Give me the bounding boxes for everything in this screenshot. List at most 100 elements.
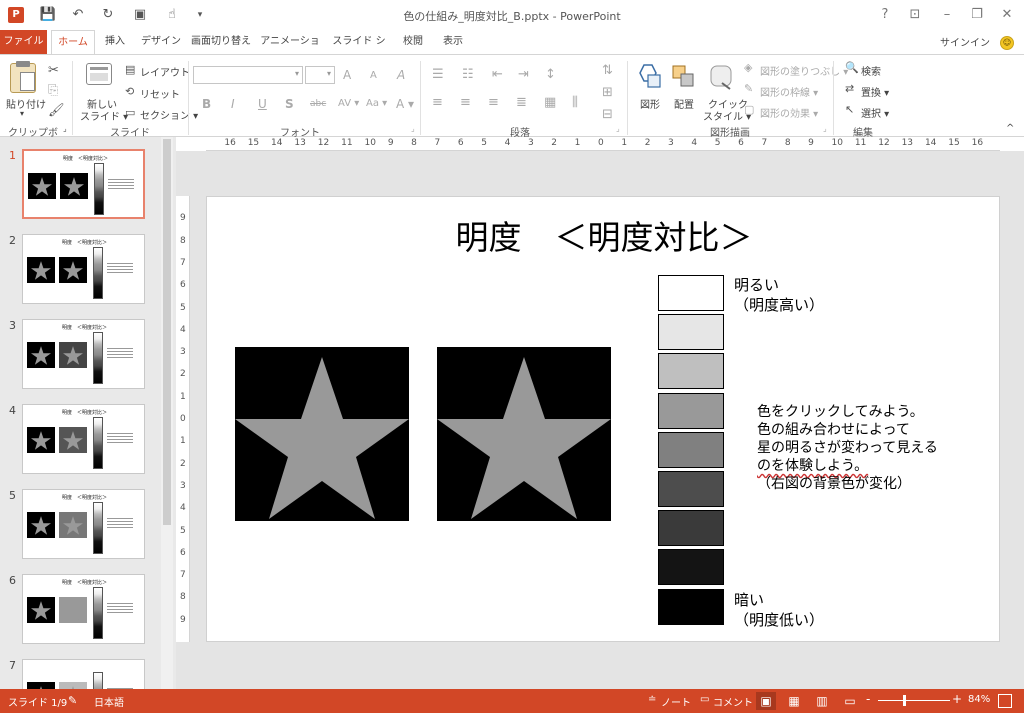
change-case-button[interactable]: Aa ▾ [366, 98, 387, 109]
smartart-icon[interactable]: ⊟ [602, 107, 613, 122]
slide-thumbnail[interactable]: 明度 ＜明度対比＞ [22, 319, 145, 389]
slide-thumbnail[interactable]: 明度 ＜明度対比＞ [22, 404, 145, 474]
shrink-font-button[interactable]: A [370, 70, 377, 81]
tab-design[interactable]: デザイン [140, 30, 182, 54]
tab-insert[interactable]: 挿入 [99, 30, 131, 54]
new-slide-icon[interactable] [86, 63, 112, 85]
font-launcher-icon[interactable]: ⌟ [411, 124, 415, 133]
tab-view[interactable]: 表示 [438, 30, 468, 54]
slideshow-view-icon[interactable]: ▭ [840, 692, 860, 710]
slide-thumbnail[interactable]: 明度 ＜明度対比＞ [22, 489, 145, 559]
zoom-slider-track[interactable] [878, 700, 950, 701]
strikethrough-button[interactable]: abc [310, 99, 326, 109]
replace-button[interactable]: 置換 ▾ [861, 84, 889, 99]
decrease-indent-icon[interactable]: ⇤ [492, 67, 503, 82]
columns-icon[interactable]: ⫼ [572, 95, 578, 110]
zoom-in-button[interactable]: + [952, 692, 962, 706]
distributed-icon[interactable]: ▦ [544, 95, 556, 110]
minimize-button[interactable]: – [934, 5, 960, 25]
restore-button[interactable]: ❐ [964, 5, 990, 25]
format-painter-icon[interactable]: 🖌 [48, 103, 65, 118]
tab-transitions[interactable]: 画面切り替え [190, 30, 252, 54]
clipboard-launcher-icon[interactable]: ⌟ [63, 124, 67, 133]
bullets-icon[interactable]: ☰ [432, 67, 444, 82]
zoom-out-button[interactable]: - [866, 692, 870, 706]
collapse-ribbon-button[interactable]: ^ [1006, 123, 1014, 134]
tab-slideshow[interactable]: スライド ショー [328, 30, 390, 71]
line-spacing-icon[interactable]: ↕ [545, 67, 556, 82]
tab-home[interactable]: ホーム [51, 30, 95, 55]
feedback-smiley-icon[interactable]: ☺ [1000, 36, 1014, 50]
align-center-icon[interactable]: ≡ [460, 95, 471, 110]
slide-thumbnail[interactable]: 明度 ＜明度対比＞ [22, 574, 145, 644]
increase-indent-icon[interactable]: ⇥ [518, 67, 529, 82]
paste-icon[interactable] [10, 61, 36, 93]
lightness-swatch[interactable] [658, 549, 724, 586]
shape-outline-button[interactable]: 図形の枠線 ▾ [760, 84, 818, 99]
copy-icon[interactable]: ⎘ [48, 83, 58, 98]
right-star-icon[interactable] [437, 347, 611, 521]
reset-button[interactable]: リセット [140, 86, 180, 101]
notes-button[interactable]: ノート [661, 694, 691, 709]
font-size-combo[interactable]: ▾ [305, 66, 335, 84]
tab-animations[interactable]: アニメーション [260, 30, 320, 71]
lightness-swatch[interactable] [658, 510, 724, 547]
fit-slide-icon[interactable] [998, 694, 1012, 708]
thumbnail-scrollbar-thumb[interactable] [163, 139, 171, 525]
right-background-box[interactable] [437, 347, 611, 521]
shape-fill-button[interactable]: 図形の塗りつぶし ▾ [760, 63, 848, 78]
comments-button[interactable]: コメント [713, 694, 753, 709]
spell-check-icon[interactable]: ✎ [68, 694, 77, 707]
lightness-swatch[interactable] [658, 588, 724, 625]
left-star-icon[interactable] [235, 347, 409, 521]
numbering-icon[interactable]: ☷ [462, 67, 474, 82]
slide-thumbnail[interactable]: 明度 ＜明度対比＞ [22, 149, 145, 219]
slide-title[interactable]: 明度 ＜明度対比＞ [207, 211, 1001, 259]
select-button[interactable]: 選択 ▾ [861, 105, 889, 120]
lightness-swatch[interactable] [658, 275, 724, 311]
underline-button[interactable]: U [258, 97, 267, 111]
text-direction-icon[interactable]: ⇅ [602, 63, 613, 78]
instruction-text[interactable]: 色をクリックしてみよう。 色の組み合わせによって 星の明るさが変わって見える の… [757, 403, 987, 493]
justify-icon[interactable]: ≣ [516, 95, 527, 110]
new-slide-dropdown[interactable]: スライド ▾ [80, 108, 128, 123]
clear-formatting-button[interactable]: A [397, 68, 405, 82]
paste-button[interactable]: 貼り付け [6, 96, 46, 111]
lightness-swatch[interactable] [658, 471, 724, 507]
font-color-button[interactable]: A ▾ [396, 97, 414, 111]
lightness-swatch[interactable] [658, 353, 724, 390]
slide-thumbnail[interactable] [22, 659, 145, 689]
italic-button[interactable]: I [231, 97, 235, 111]
zoom-slider-thumb[interactable] [903, 695, 906, 706]
arrange-icon[interactable] [671, 63, 697, 91]
align-text-icon[interactable]: ⊞ [602, 85, 613, 100]
arrange-button[interactable]: 配置 [674, 96, 694, 111]
grow-font-button[interactable]: A [343, 68, 351, 82]
shadow-button[interactable]: S [285, 97, 294, 111]
section-button[interactable]: セクション ▾ [140, 107, 198, 122]
shapes-icon[interactable] [636, 63, 662, 91]
paste-dropdown[interactable]: ▾ [20, 109, 24, 118]
cut-icon[interactable]: ✂ [48, 63, 59, 78]
slide-thumbnail[interactable]: 明度 ＜明度対比＞ [22, 234, 145, 304]
left-background-box[interactable] [235, 347, 409, 521]
normal-view-icon[interactable]: ▣ [756, 692, 776, 710]
align-right-icon[interactable]: ≡ [488, 95, 499, 110]
character-spacing-button[interactable]: AV ▾ [338, 98, 359, 109]
font-name-combo[interactable]: ▾ [193, 66, 303, 84]
find-button[interactable]: 検索 [861, 63, 881, 78]
close-button[interactable]: ✕ [994, 5, 1020, 25]
slide[interactable]: 明度 ＜明度対比＞ 明るい （明度高い） 暗い （明度低い） 色をクリックしてみ… [206, 196, 1000, 642]
signin-link[interactable]: サインイン [940, 34, 990, 49]
bold-button[interactable]: B [202, 97, 211, 111]
tab-review[interactable]: 校閲 [398, 30, 428, 54]
reading-view-icon[interactable]: ▥ [812, 692, 832, 710]
align-left-icon[interactable]: ≡ [432, 95, 443, 110]
drawing-launcher-icon[interactable]: ⌟ [823, 124, 827, 133]
lightness-swatch[interactable] [658, 314, 724, 351]
lightness-swatch[interactable] [658, 431, 724, 468]
lightness-swatch[interactable] [658, 392, 724, 429]
shape-effects-button[interactable]: 図形の効果 ▾ [760, 105, 818, 120]
help-button[interactable]: ? [872, 5, 898, 25]
zoom-level[interactable]: 84% [968, 694, 990, 705]
